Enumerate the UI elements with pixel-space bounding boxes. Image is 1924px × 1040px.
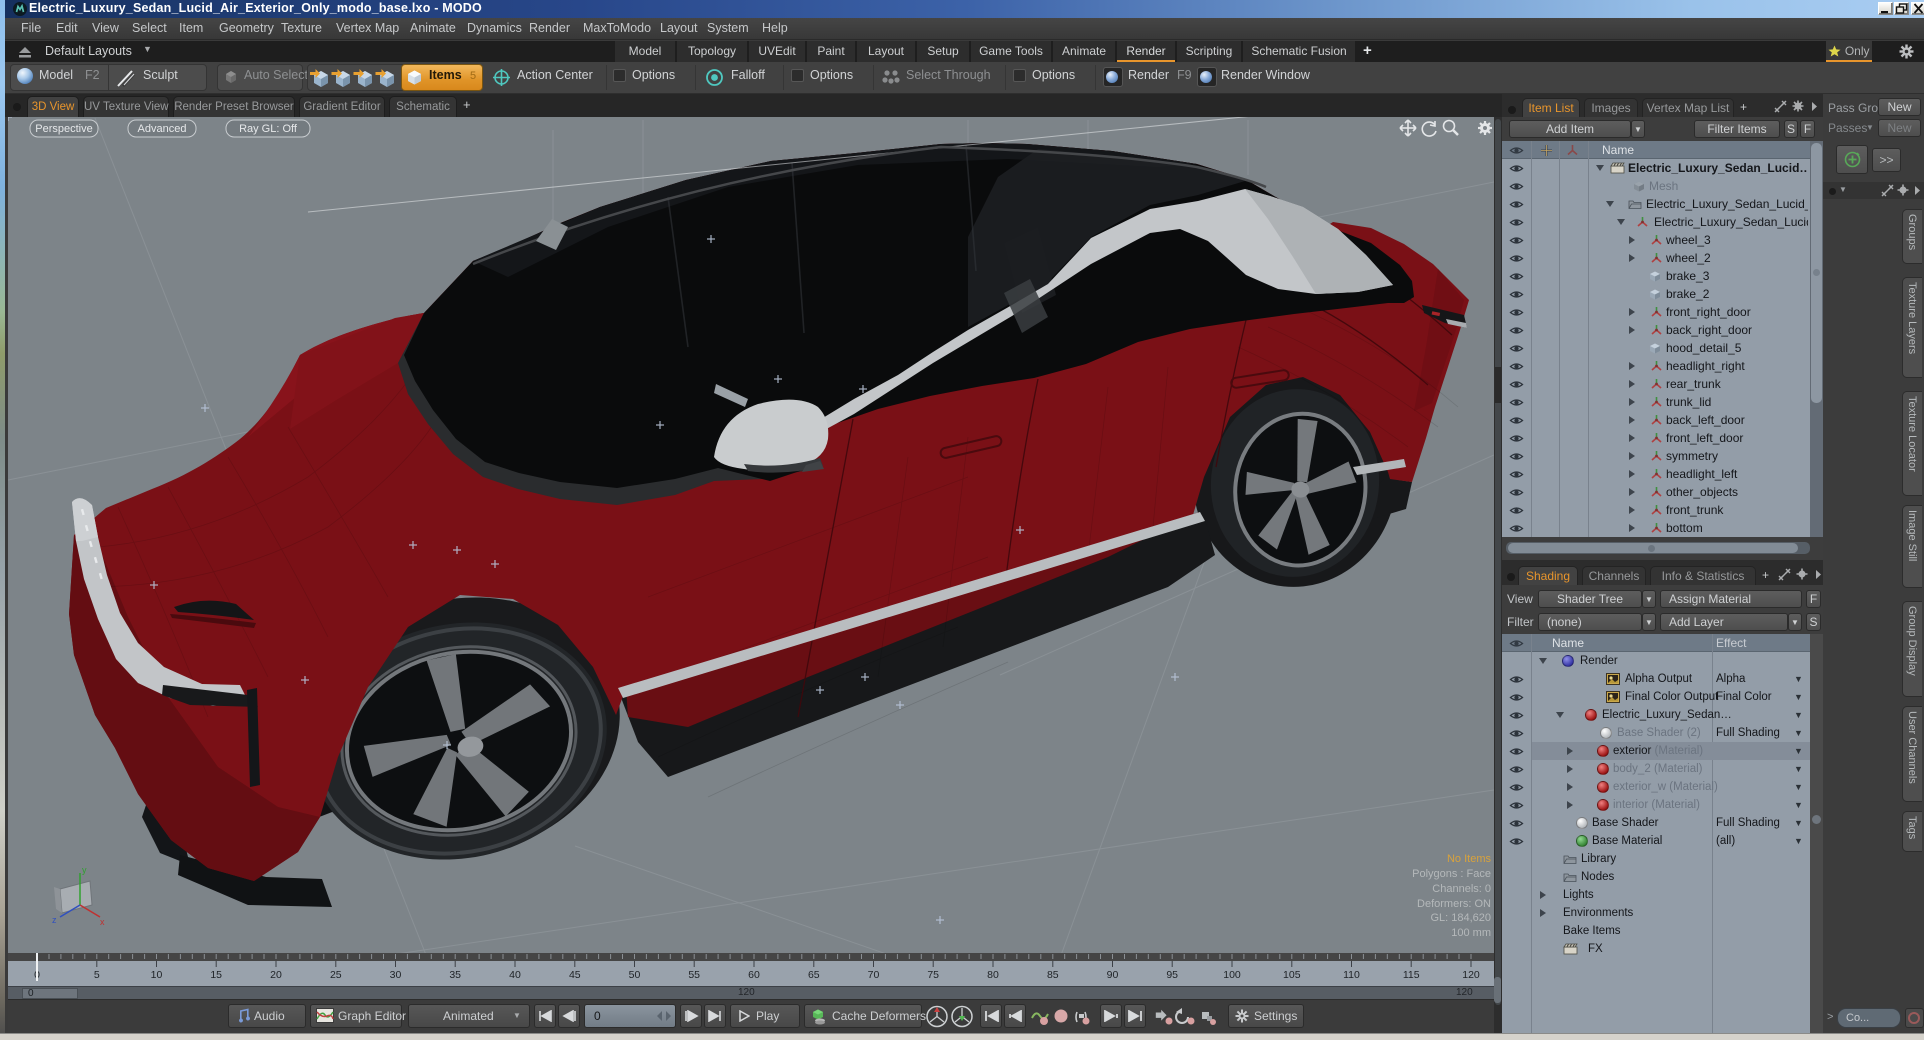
svg-text:65: 65: [808, 969, 820, 981]
svg-text:25: 25: [330, 969, 342, 981]
svg-text:Perspective: Perspective: [35, 123, 92, 135]
svg-text:120: 120: [1462, 969, 1480, 981]
svg-text:110: 110: [1343, 969, 1360, 981]
svg-text:105: 105: [1283, 969, 1301, 981]
svg-text:115: 115: [1403, 969, 1420, 981]
svg-text:GL: 184,620: GL: 184,620: [1430, 912, 1491, 924]
svg-text:35: 35: [449, 969, 461, 981]
svg-text:70: 70: [868, 969, 880, 981]
svg-text:20: 20: [270, 969, 282, 981]
svg-text:100: 100: [1223, 969, 1241, 981]
svg-text:45: 45: [569, 969, 581, 981]
svg-text:40: 40: [509, 969, 521, 981]
svg-text:95: 95: [1166, 969, 1178, 981]
svg-text:90: 90: [1107, 969, 1119, 981]
svg-text:85: 85: [1047, 969, 1059, 981]
svg-text:80: 80: [987, 969, 999, 981]
svg-text:15: 15: [210, 969, 222, 981]
svg-text:y: y: [82, 865, 87, 875]
svg-text:100 mm: 100 mm: [1451, 927, 1491, 939]
svg-text:55: 55: [688, 969, 700, 981]
svg-text:No Items: No Items: [1447, 853, 1492, 865]
svg-text:5: 5: [94, 969, 100, 981]
svg-text:Channels: 0: Channels: 0: [1432, 883, 1491, 895]
svg-text:75: 75: [927, 969, 939, 981]
svg-text:10: 10: [151, 969, 163, 981]
svg-text:z: z: [52, 915, 57, 925]
svg-text:Deformers: ON: Deformers: ON: [1417, 898, 1491, 910]
svg-text:Ray GL: Off: Ray GL: Off: [239, 123, 298, 135]
svg-text:30: 30: [390, 969, 402, 981]
svg-text:50: 50: [629, 969, 641, 981]
svg-text:Advanced: Advanced: [138, 123, 187, 135]
svg-text:x: x: [100, 917, 105, 927]
svg-text:Polygons : Face: Polygons : Face: [1412, 868, 1491, 880]
svg-text:60: 60: [748, 969, 760, 981]
